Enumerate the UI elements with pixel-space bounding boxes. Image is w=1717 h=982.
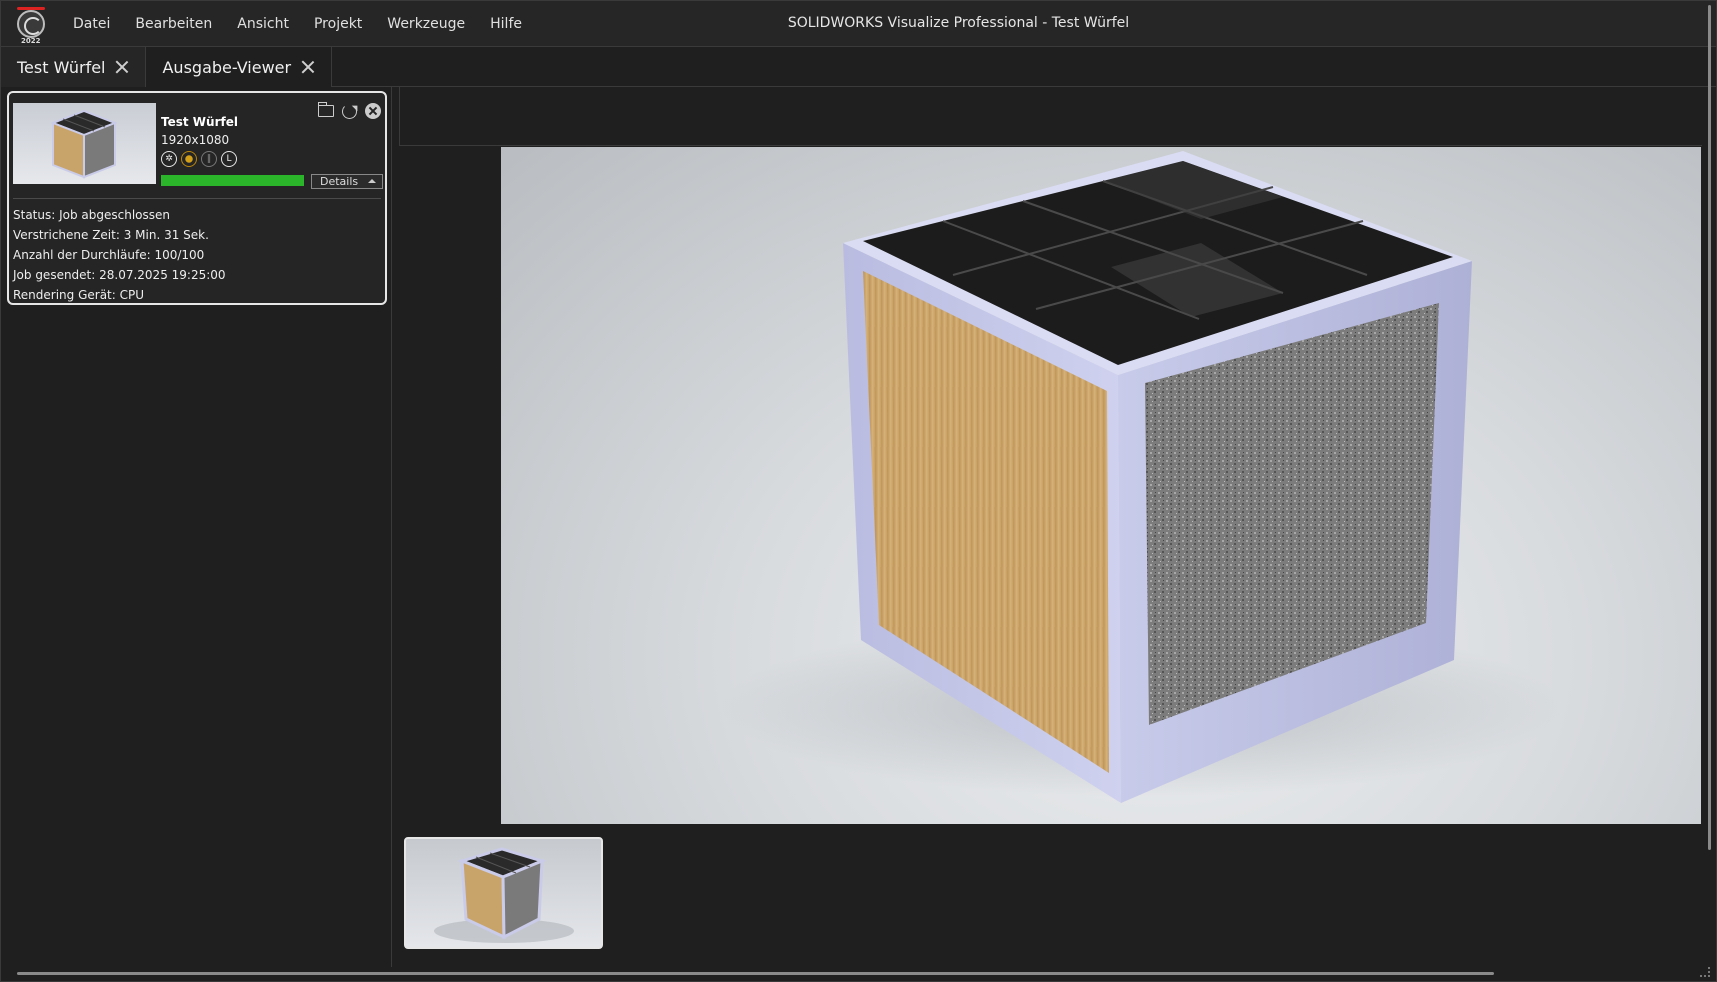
aperture-icon: ✲ [161,151,177,167]
close-icon[interactable] [115,60,129,74]
job-sent: Job gesendet: 28.07.2025 19:25:00 [13,268,226,282]
refresh-icon[interactable] [342,103,357,119]
tab-bar: Test Würfel Ausgabe-Viewer [1,47,1716,87]
pause-icon: ‖ [201,151,217,167]
progress-fill [161,175,304,186]
menu-datei[interactable]: Datei [73,16,110,32]
job-actions [318,102,381,119]
viewer-toolbar [399,87,1702,146]
solidworks-logo-icon[interactable]: 2022 [17,6,45,45]
render-output-image[interactable] [501,147,1701,824]
details-button[interactable]: Details [311,174,383,189]
caret-up-icon [368,179,376,183]
tab-test-wuerfel[interactable]: Test Würfel [1,47,147,87]
render-job-card[interactable]: Test Würfel 1920x1080 ✲ ‖ L Details Stat… [7,91,387,305]
menu-hilfe[interactable]: Hilfe [490,16,522,32]
menu-werkzeuge[interactable]: Werkzeuge [387,16,465,32]
sun-icon [181,151,197,167]
horizontal-scrollbar[interactable] [17,972,1494,975]
render-job-list: Test Würfel 1920x1080 ✲ ‖ L Details Stat… [1,87,392,967]
cancel-icon[interactable] [365,103,381,119]
folder-icon[interactable] [318,102,334,117]
job-render-device: Rendering Gerät: CPU [13,288,145,302]
job-thumbnail [13,103,156,184]
job-status: Status: Job abgeschlossen [13,208,171,222]
job-status-icons: ✲ ‖ L [161,151,237,167]
app-window: 2022 Datei Bearbeiten Ansicht Projekt We… [0,0,1717,982]
job-resolution: 1920x1080 [161,133,230,147]
details-label: Details [320,175,359,188]
job-name: Test Würfel [161,115,238,129]
vertical-scrollbar[interactable] [1708,5,1711,850]
menu-ansicht[interactable]: Ansicht [237,16,289,32]
logo-year: 2022 [21,36,41,45]
card-divider [13,198,381,199]
tab-label: Test Würfel [17,57,106,77]
menubar: 2022 Datei Bearbeiten Ansicht Projekt We… [1,1,1716,47]
close-icon[interactable] [301,60,315,74]
output-thumbnail[interactable] [404,837,603,949]
job-progress-bar [161,175,304,186]
tab-ausgabe-viewer[interactable]: Ausgabe-Viewer [146,47,333,87]
menu-projekt[interactable]: Projekt [314,16,362,32]
menu-bearbeiten[interactable]: Bearbeiten [135,16,212,32]
job-info: Status: Job abgeschlossen Verstrichene Z… [13,205,226,305]
job-elapsed-time: Verstrichene Zeit: 3 Min. 31 Sek. [13,228,209,242]
resize-grip-icon[interactable] [1700,967,1710,977]
tab-label: Ausgabe-Viewer [162,57,292,77]
job-passes: Anzahl der Durchläufe: 100/100 [13,248,205,262]
lock-icon: L [221,151,237,167]
